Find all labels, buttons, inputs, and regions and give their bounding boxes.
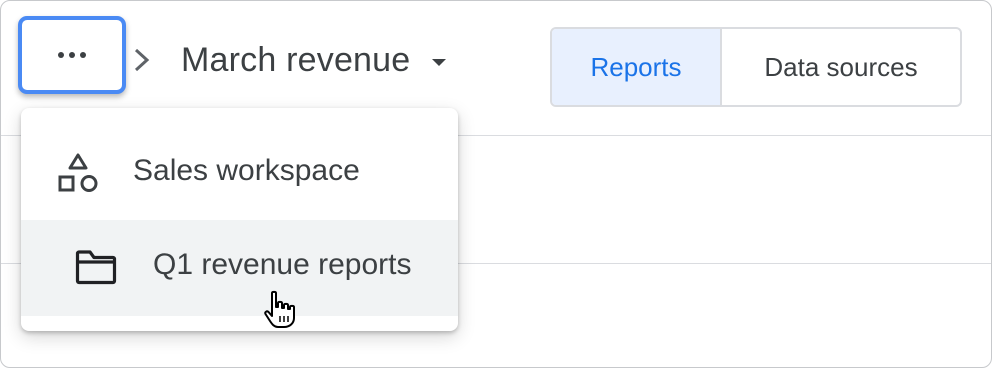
- menu-item-sales-workspace[interactable]: Sales workspace: [21, 130, 458, 216]
- menu-item-q1-revenue-reports[interactable]: Q1 revenue reports: [21, 220, 458, 316]
- shapes-icon: [58, 153, 98, 192]
- tab-data-sources[interactable]: Data sources: [722, 29, 960, 105]
- breadcrumb-more-button[interactable]: [18, 16, 126, 94]
- hand-pointer-icon: [264, 290, 295, 328]
- more-horiz-icon: [58, 52, 86, 58]
- breadcrumb-menu: Sales workspace Q1 revenue reports: [21, 108, 458, 331]
- arrow-drop-down-icon: [432, 58, 447, 66]
- report-title: March revenue: [181, 40, 411, 79]
- menu-item-label: Q1 revenue reports: [153, 248, 412, 281]
- folder-icon: [75, 250, 117, 285]
- view-toggle: Reports Data sources: [550, 27, 962, 107]
- menu-item-label: Sales workspace: [133, 154, 360, 187]
- tab-reports[interactable]: Reports: [552, 29, 722, 105]
- chevron-right-icon: [134, 48, 150, 72]
- app-window: March revenue Reports Data sources Sales…: [0, 0, 992, 368]
- report-title-dropdown[interactable]: March revenue: [181, 37, 447, 83]
